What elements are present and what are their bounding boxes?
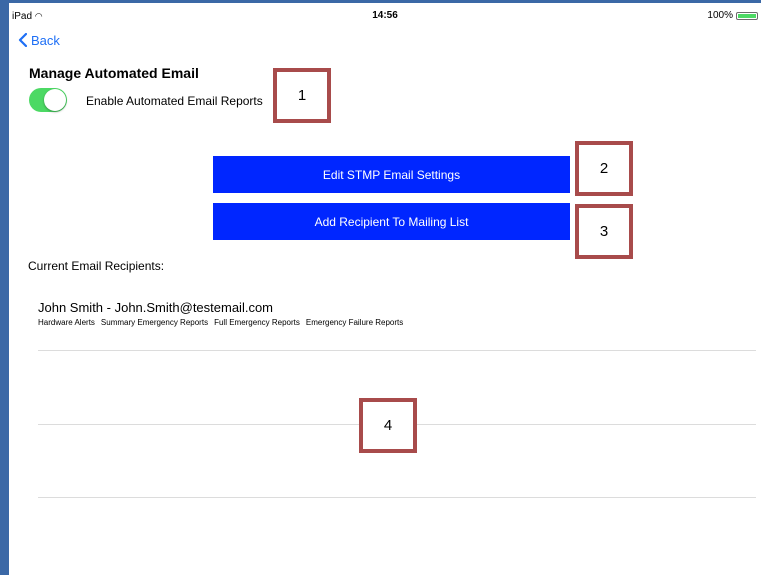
list-divider: [38, 350, 756, 351]
status-device: iPad ◠: [12, 9, 43, 24]
list-divider: [38, 497, 756, 498]
recipients-header: Current Email Recipients:: [28, 259, 165, 273]
recipient-tag: Full Emergency Reports: [214, 318, 300, 327]
recipient-tag: Hardware Alerts: [38, 318, 95, 327]
back-button[interactable]: Back: [18, 30, 60, 50]
device-label: iPad: [12, 11, 33, 22]
wifi-icon: ◠: [34, 11, 43, 21]
automated-email-toggle[interactable]: [29, 88, 67, 112]
battery-percent: 100%: [707, 10, 733, 21]
window-frame-left: [0, 0, 9, 575]
chevron-left-icon: [18, 33, 27, 47]
status-battery: 100%: [707, 9, 758, 23]
battery-fill: [738, 14, 756, 18]
annotation-marker-1: 1: [273, 68, 331, 123]
annotation-marker-2: 2: [575, 141, 633, 196]
status-bar: iPad ◠ 14:56 100%: [12, 9, 758, 23]
toggle-label: Enable Automated Email Reports: [86, 94, 263, 108]
toggle-knob: [44, 89, 66, 111]
annotation-marker-4: 4: [359, 398, 417, 453]
recipient-tag: Summary Emergency Reports: [100, 318, 209, 327]
section-title: Manage Automated Email: [29, 65, 199, 81]
annotation-marker-3: 3: [575, 204, 633, 259]
back-label: Back: [31, 32, 60, 48]
add-recipient-button[interactable]: Add Recipient To Mailing List: [213, 203, 570, 240]
edit-smtp-settings-button[interactable]: Edit STMP Email Settings: [213, 156, 570, 193]
recipient-tags: Hardware Alerts Summary Emergency Report…: [38, 318, 403, 327]
recipient-name-email[interactable]: John Smith - John.Smith@testemail.com: [38, 300, 273, 315]
window-frame-top: [0, 0, 761, 3]
status-time: 14:56: [372, 10, 398, 21]
recipient-tag: Emergency Failure Reports: [305, 318, 404, 327]
battery-icon: [736, 12, 758, 20]
